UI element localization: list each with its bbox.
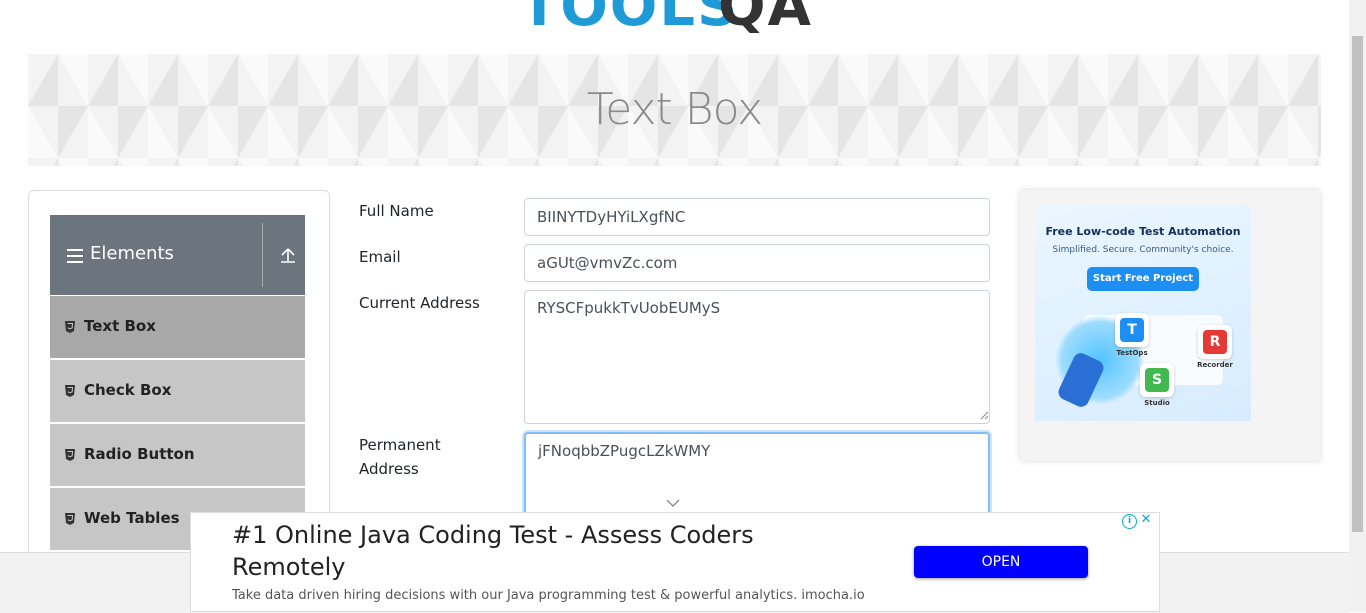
vertical-scrollbar[interactable] xyxy=(1349,0,1366,612)
testops-caption: TestOps xyxy=(1116,349,1148,357)
logo-text-tools: TOOLS xyxy=(520,0,740,39)
sidebar-item-text-box[interactable]: Text Box xyxy=(50,295,305,358)
testops-card: T TestOps xyxy=(1115,313,1149,357)
ad-creative[interactable]: Free Low-code Test Automation Simplified… xyxy=(1035,205,1251,421)
permanent-address-label-line1: Permanent xyxy=(359,436,441,454)
recorder-caption: Recorder xyxy=(1197,361,1233,369)
html5-icon xyxy=(65,385,75,397)
adchoices-icon[interactable]: i xyxy=(1122,514,1137,529)
html5-icon xyxy=(65,321,75,333)
ad-title: Free Low-code Test Automation xyxy=(1045,225,1241,238)
sidebar-item-radio-button[interactable]: Radio Button xyxy=(50,423,305,486)
html5-icon xyxy=(65,513,75,525)
studio-icon: S xyxy=(1145,368,1169,392)
current-address-label: Current Address xyxy=(359,294,480,312)
collapse-arrow-icon[interactable] xyxy=(278,245,298,265)
sidebar-group-title: Elements xyxy=(90,243,174,264)
ad-headline[interactable]: #1 Online Java Coding Test - Assess Code… xyxy=(232,519,852,583)
close-icon[interactable]: ✕ xyxy=(1139,513,1153,527)
bottom-advertisement[interactable]: #1 Online Java Coding Test - Assess Code… xyxy=(190,512,1160,612)
studio-caption: Studio xyxy=(1144,399,1170,407)
permanent-address-textarea[interactable]: jFNoqbbZPugcLZkWMY xyxy=(524,432,990,522)
ad-description: Take data driven hiring decisions with o… xyxy=(232,588,865,603)
scrollbar-thumb[interactable] xyxy=(1352,36,1363,532)
page-banner: Text Box xyxy=(28,54,1321,166)
menu-icon xyxy=(67,249,83,263)
page-title: Text Box xyxy=(586,84,763,135)
sidebar-item-label: Radio Button xyxy=(84,445,195,463)
sidebar-item-label: Web Tables xyxy=(84,509,180,527)
sidebar-item-label: Check Box xyxy=(84,381,172,399)
email-label: Email xyxy=(359,248,401,266)
email-input[interactable] xyxy=(524,244,990,282)
testops-icon: T xyxy=(1120,318,1144,342)
sidebar-group-elements[interactable]: Elements xyxy=(50,215,305,295)
sidebar-item-check-box[interactable]: Check Box xyxy=(50,359,305,422)
start-free-project-button[interactable]: Start Free Project xyxy=(1087,267,1199,291)
permanent-address-label-line2: Address xyxy=(359,460,419,478)
ad-subtitle: Simplified. Secure. Community's choice. xyxy=(1052,245,1234,255)
chevron-down-icon[interactable] xyxy=(666,498,680,508)
side-advertisement[interactable]: Free Low-code Test Automation Simplified… xyxy=(1020,190,1320,461)
recorder-icon: R xyxy=(1203,330,1227,354)
sidebar-item-label: Text Box xyxy=(84,317,156,335)
site-logo[interactable]: TOOLS QA xyxy=(520,0,840,44)
studio-card: S Studio xyxy=(1140,363,1174,407)
resize-grip-icon[interactable] xyxy=(979,410,989,420)
recorder-card: R Recorder xyxy=(1197,325,1233,369)
current-address-textarea[interactable]: RYSCFpukkTvUobEUMyS xyxy=(524,290,990,424)
full-name-input[interactable] xyxy=(524,198,990,236)
full-name-label: Full Name xyxy=(359,202,434,220)
open-button[interactable]: OPEN xyxy=(914,546,1088,578)
html5-icon xyxy=(65,449,75,461)
logo-text-qa: QA xyxy=(718,0,813,39)
header-divider xyxy=(262,223,263,287)
